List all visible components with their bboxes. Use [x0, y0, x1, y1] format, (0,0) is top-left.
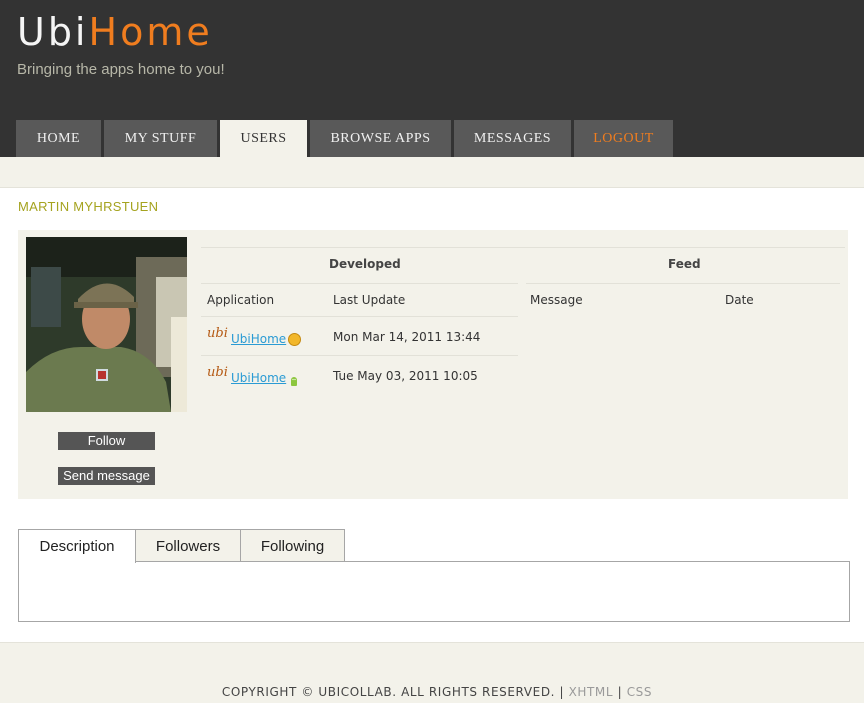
column-header-application: Application [207, 293, 275, 307]
profile-username: MARTIN MYHRSTUEN [18, 199, 159, 214]
site-logo[interactable]: UbiHome [17, 10, 213, 54]
nav-logout[interactable]: LOGOUT [574, 120, 673, 157]
nav-home[interactable]: HOME [16, 120, 101, 157]
column-header-date: Date [725, 293, 754, 307]
nav-browse-apps[interactable]: BROWSE APPS [310, 120, 451, 157]
section-divider [526, 283, 840, 284]
nav-users[interactable]: USERS [220, 120, 307, 157]
section-divider [201, 316, 518, 317]
android-icon [289, 372, 299, 386]
column-header-message: Message [530, 293, 583, 307]
profile-photo [26, 237, 187, 412]
send-message-button[interactable]: Send message [58, 467, 155, 485]
footer-copyright: COPYRIGHT © UBICOLLAB. ALL RIGHTS RESERV… [0, 685, 864, 699]
logo-text-ubi: Ubi [17, 10, 89, 54]
profile-panel: Follow Send message Developed Feed Appli… [18, 230, 848, 499]
follow-button[interactable]: Follow [58, 432, 155, 450]
site-footer: COPYRIGHT © UBICOLLAB. ALL RIGHTS RESERV… [0, 642, 864, 703]
status-yellow-icon [288, 333, 301, 346]
logo-text-home: Home [88, 10, 213, 54]
xhtml-link[interactable]: XHTML [569, 685, 614, 699]
tab-description[interactable]: Description [18, 529, 136, 563]
tab-content-panel [18, 561, 850, 622]
section-divider [201, 247, 845, 248]
section-divider [201, 283, 518, 284]
nav-messages[interactable]: MESSAGES [454, 120, 571, 157]
tab-following[interactable]: Following [240, 529, 345, 562]
nav-my-stuff[interactable]: MY STUFF [104, 120, 217, 157]
site-tagline: Bringing the apps home to you! [17, 61, 225, 78]
main-nav: HOME MY STUFF USERS BROWSE APPS MESSAGES… [16, 120, 676, 157]
developed-title: Developed [329, 257, 401, 271]
footer-separator: | [617, 685, 623, 699]
tab-followers[interactable]: Followers [135, 529, 241, 562]
sub-header-band [0, 157, 864, 188]
profile-tabs: Description Followers Following [18, 529, 345, 563]
app-link[interactable]: UbiHome [231, 371, 286, 385]
css-link[interactable]: CSS [627, 685, 652, 699]
site-header: UbiHome Bringing the apps home to you! H… [0, 0, 864, 157]
ubi-app-icon: ubi [207, 365, 228, 380]
app-link[interactable]: UbiHome [231, 332, 286, 346]
copyright-text: COPYRIGHT © UBICOLLAB. ALL RIGHTS RESERV… [221, 685, 565, 699]
last-update-value: Mon Mar 14, 2011 13:44 [333, 330, 481, 344]
ubi-app-icon: ubi [207, 326, 228, 341]
column-header-last-update: Last Update [333, 293, 406, 307]
section-divider [201, 355, 518, 356]
feed-title: Feed [668, 257, 701, 271]
last-update-value: Tue May 03, 2011 10:05 [333, 369, 478, 383]
